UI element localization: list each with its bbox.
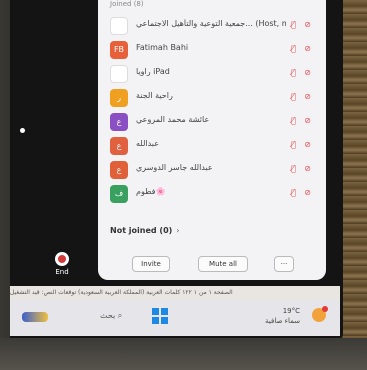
participant-name: راحية الجنة xyxy=(136,91,173,100)
participant-row[interactable]: ر راحية الجنة 🎙̸ ⊘ xyxy=(98,86,326,110)
not-joined-label: Not joined (0) xyxy=(110,226,173,235)
windows-taskbar: بحث ⌕ 19°C سماء صافية xyxy=(10,300,340,336)
photo-background: Joined (8) جمعية التوعية والتأهيل الاجتم… xyxy=(0,0,367,370)
windows-start-icon[interactable] xyxy=(152,308,168,324)
weather-temp: 19°C xyxy=(282,307,300,315)
not-joined-toggle[interactable]: Not joined (0) › xyxy=(110,226,180,235)
joined-header: Joined (8) xyxy=(110,0,144,8)
avatar xyxy=(110,17,128,35)
participant-name: فطوم🌸 xyxy=(136,187,166,196)
participant-name: Fatimah Bahi xyxy=(136,43,189,52)
participant-row[interactable]: FB Fatimah Bahi 🎙̸ ⊘ xyxy=(98,38,326,62)
avatar: ر xyxy=(110,89,128,107)
weather-widget[interactable]: 19°C سماء صافية xyxy=(265,306,300,326)
wooden-wall xyxy=(343,0,367,370)
mic-off-icon[interactable]: 🎙̸ ⊘ xyxy=(291,116,314,125)
mic-off-icon[interactable]: 🎙̸ ⊘ xyxy=(291,140,314,149)
search-icon: ⌕ xyxy=(117,311,123,320)
avatar: ع xyxy=(110,161,128,179)
taskbar-search[interactable]: بحث ⌕ xyxy=(100,311,122,321)
mute-all-button[interactable]: Mute all xyxy=(198,256,248,272)
mic-off-icon[interactable]: 🎙̸ ⊘ xyxy=(291,188,314,197)
participant-row[interactable]: ع عبدالله جاسر الدوسري 🎙̸ ⊘ xyxy=(98,158,326,182)
participant-row[interactable]: ع عائشة محمد المروعي 🎙̸ ⊘ xyxy=(98,110,326,134)
participant-name: عبدالله xyxy=(136,139,159,148)
participant-name: عائشة محمد المروعي xyxy=(136,115,210,124)
mic-off-icon[interactable]: 🎙̸ ⊘ xyxy=(291,20,314,29)
avatar: ع xyxy=(110,137,128,155)
avatar xyxy=(110,65,128,83)
mic-off-icon[interactable]: 🎙̸ ⊘ xyxy=(291,164,314,173)
end-call-icon xyxy=(55,252,69,266)
avatar: ع xyxy=(110,113,128,131)
mic-off-icon[interactable]: 🎙̸ ⊘ xyxy=(291,68,314,77)
taskbar-app-icon[interactable] xyxy=(22,312,48,322)
participant-row[interactable]: جمعية التوعية والتأهيل الاجتماعي... (Hos… xyxy=(98,14,326,38)
word-statusbar: الصفحة ١ من ١ ١٢٢ كلمات العربية (المملكة… xyxy=(10,286,340,300)
participant-row[interactable]: ع عبدالله 🎙̸ ⊘ xyxy=(98,134,326,158)
desk-surface xyxy=(0,338,367,370)
end-call-button[interactable]: End xyxy=(48,252,76,276)
notification-badge xyxy=(322,306,328,312)
participants-panel: Joined (8) جمعية التوعية والتأهيل الاجتم… xyxy=(98,0,326,280)
more-options-button[interactable]: ··· xyxy=(274,256,294,272)
avatar: ف xyxy=(110,185,128,203)
participant-name: عبدالله جاسر الدوسري xyxy=(136,163,213,172)
participant-name: جمعية التوعية والتأهيل الاجتماعي... (Hos… xyxy=(136,19,286,28)
chevron-right-icon: › xyxy=(176,226,180,235)
search-label: بحث xyxy=(100,311,116,320)
weather-desc: سماء صافية xyxy=(265,317,300,325)
participant-row[interactable]: ف فطوم🌸 🎙̸ ⊘ xyxy=(98,182,326,206)
mic-off-icon[interactable]: 🎙̸ ⊘ xyxy=(291,44,314,53)
mic-off-icon[interactable]: 🎙̸ ⊘ xyxy=(291,92,314,101)
invite-button[interactable]: Invite xyxy=(132,256,170,272)
camera-dot xyxy=(20,128,25,133)
participant-name: راويا iPad xyxy=(136,67,170,76)
end-call-label: End xyxy=(55,268,69,276)
avatar: FB xyxy=(110,41,128,59)
participant-row[interactable]: راويا iPad 🎙̸ ⊘ xyxy=(98,62,326,86)
